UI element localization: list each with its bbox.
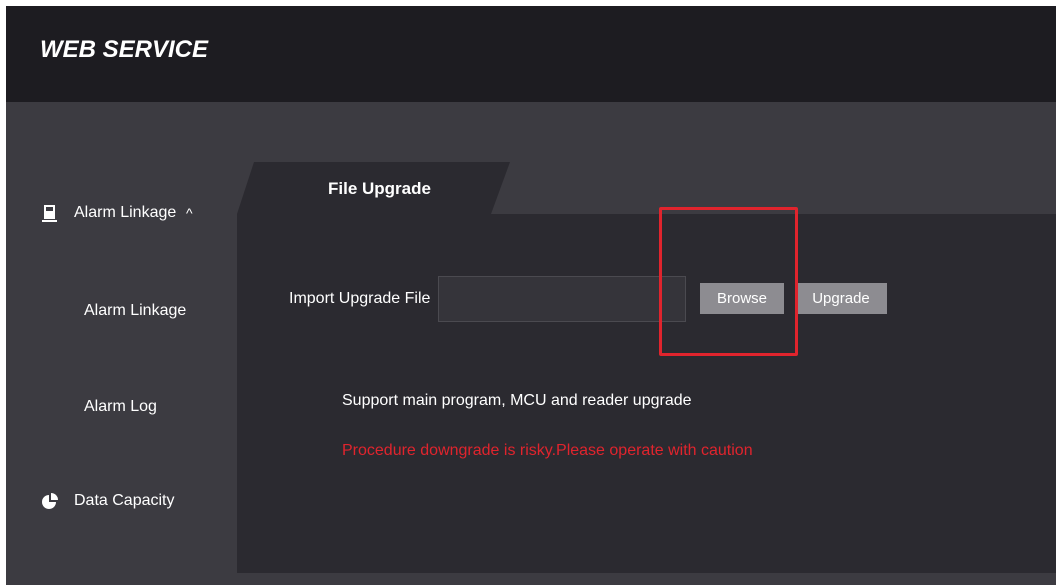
sidebar-group-data-capacity[interactable]: Data Capacity xyxy=(6,492,226,514)
brand-title: WEB SERVICE xyxy=(40,36,209,63)
import-upgrade-file-label: Import Upgrade File xyxy=(289,290,431,307)
warning-text: Procedure downgrade is risky.Please oper… xyxy=(342,442,753,459)
upgrade-button[interactable]: Upgrade xyxy=(795,283,887,314)
sidebar-item-label: Alarm Log xyxy=(84,398,157,415)
sidebar-item-alarm-linkage[interactable]: Alarm Linkage xyxy=(6,302,226,324)
app-window: WEB SERVICE Alarm Linkage ^ Alarm Linkag… xyxy=(6,6,1056,585)
sidebar-item-alarm-log[interactable]: Alarm Log xyxy=(6,398,226,420)
top-header: WEB SERVICE xyxy=(6,6,1056,102)
highlight-annotation-box xyxy=(659,207,798,356)
page: WEB SERVICE Alarm Linkage ^ Alarm Linkag… xyxy=(0,0,1056,587)
file-path-input[interactable] xyxy=(438,276,686,322)
alarm-linkage-icon xyxy=(42,204,58,224)
sidebar-group-alarm-linkage[interactable]: Alarm Linkage ^ xyxy=(6,204,226,226)
sidebar-item-label: Alarm Linkage xyxy=(84,302,187,319)
sidebar-item-label: Alarm Linkage xyxy=(74,204,177,221)
tab-label: File Upgrade xyxy=(328,179,431,198)
pie-chart-icon xyxy=(42,492,58,512)
support-info-text: Support main program, MCU and reader upg… xyxy=(342,392,692,409)
sidebar-item-label: Data Capacity xyxy=(74,492,175,509)
chevron-up-icon: ^ xyxy=(186,205,193,221)
